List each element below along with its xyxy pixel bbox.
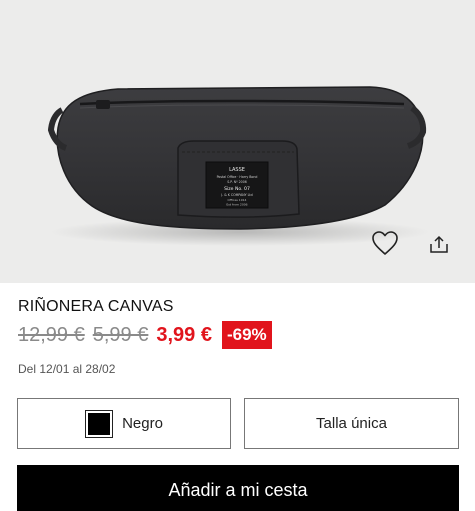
- color-swatch-fill: [88, 412, 111, 435]
- price-row: 12,99 € 5,99 € 3,99 € -69%: [18, 320, 272, 350]
- product-image[interactable]: LASSE Postal Office · Harry Bond S.P. Nº…: [0, 0, 475, 283]
- image-label-line1: Postal Office · Harry Bond: [217, 175, 258, 179]
- original-price: 12,99 €: [18, 323, 85, 346]
- color-swatch: [85, 409, 114, 438]
- image-label-line4: J. & K COMPANY Ltd: [220, 193, 252, 197]
- favorite-button[interactable]: [370, 229, 400, 257]
- product-image-area: LASSE Postal Office · Harry Bond S.P. Nº…: [0, 0, 475, 283]
- image-label-line6: Est from 2006: [226, 203, 247, 207]
- promo-dates: Del 12/01 al 28/02: [18, 362, 116, 376]
- heart-outline-icon: [372, 231, 398, 255]
- size-selector[interactable]: Talla única: [244, 398, 459, 449]
- image-label-brand: LASSE: [229, 167, 245, 173]
- image-label-line5: Offices 1914: [228, 198, 247, 202]
- size-label: Talla única: [316, 415, 387, 432]
- current-price: 3,99 €: [156, 323, 212, 346]
- previous-price: 5,99 €: [92, 323, 149, 346]
- discount-badge: -69%: [221, 321, 272, 349]
- color-label: Negro: [122, 415, 163, 432]
- image-label-line2: S.P. Nº 2006: [227, 180, 247, 184]
- color-selector[interactable]: Negro: [17, 398, 231, 449]
- add-to-cart-button[interactable]: Añadir a mi cesta: [17, 465, 459, 511]
- image-label-line3: Size No. 07: [224, 186, 250, 192]
- share-button[interactable]: [427, 232, 451, 256]
- share-icon: [430, 235, 448, 253]
- product-page: LASSE Postal Office · Harry Bond S.P. Nº…: [0, 0, 475, 511]
- product-title: RIÑONERA CANVAS: [18, 298, 174, 315]
